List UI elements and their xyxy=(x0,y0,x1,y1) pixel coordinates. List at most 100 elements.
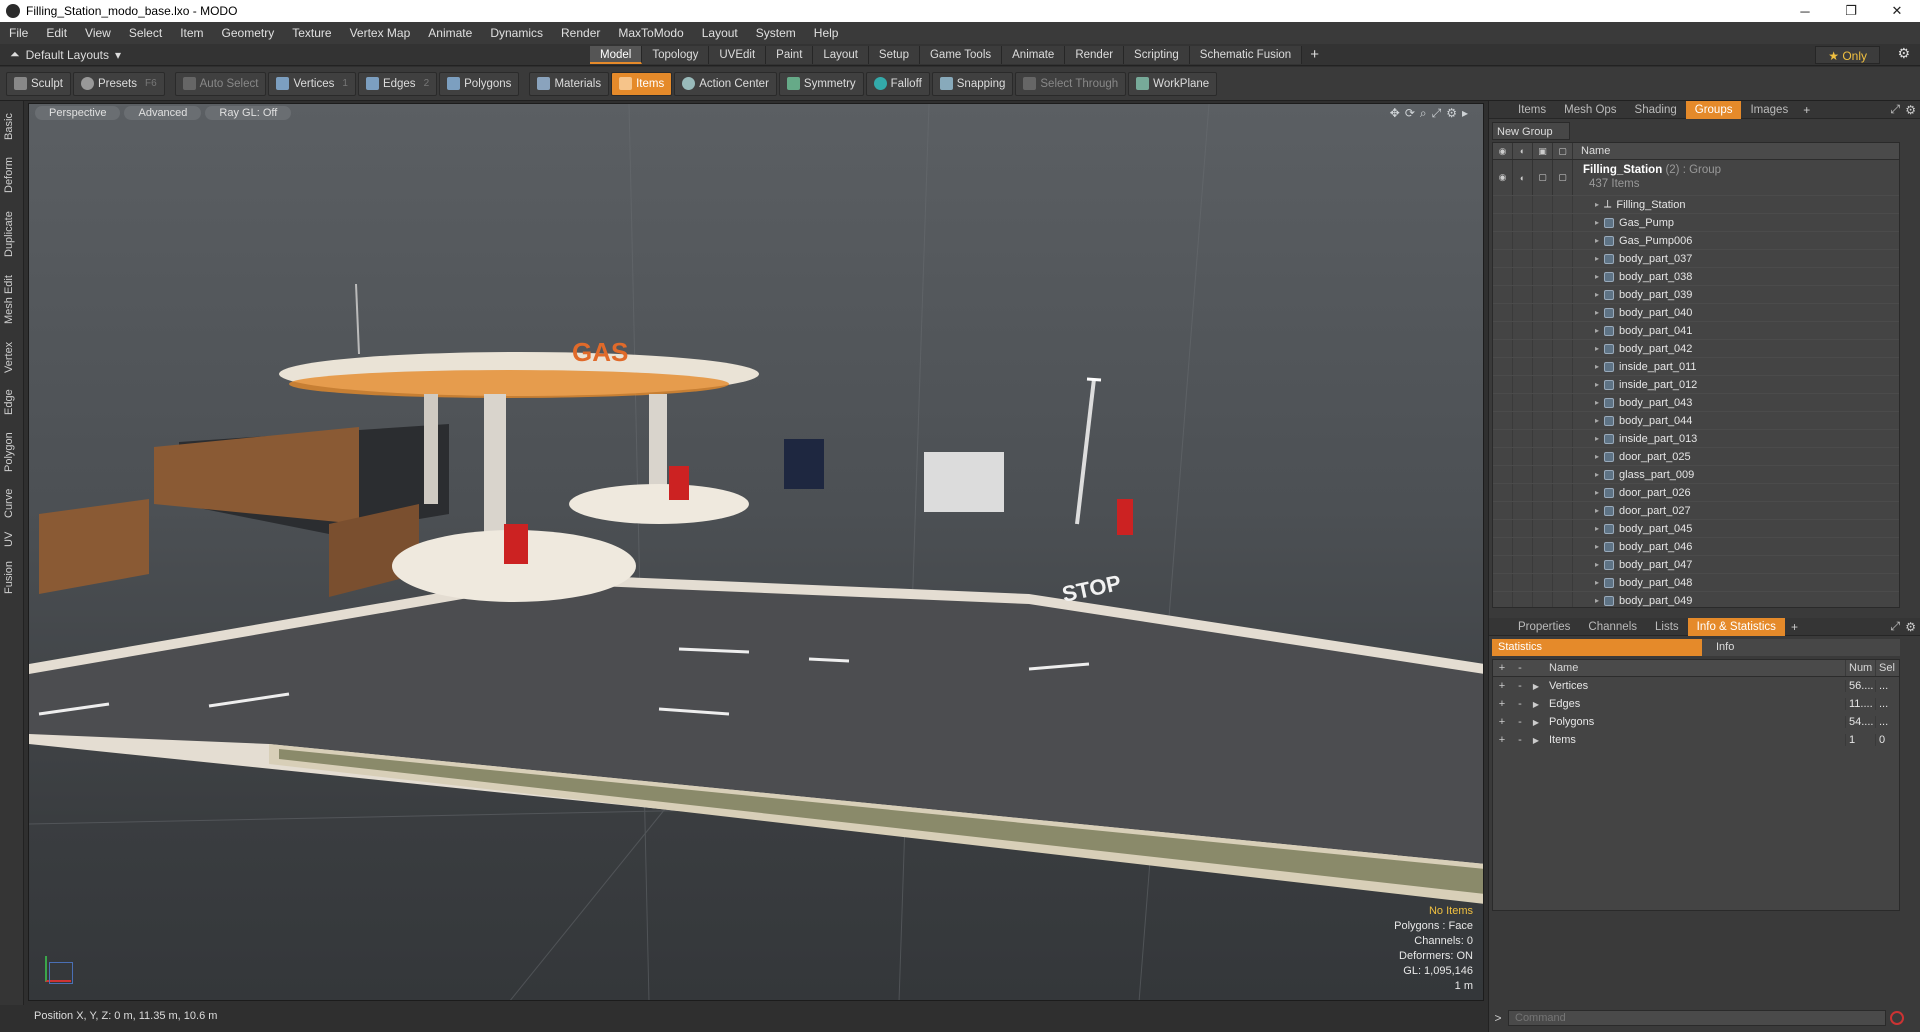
lock-header-icon[interactable]: ▣ xyxy=(1533,143,1553,159)
list-item[interactable]: ▸ body_part_037 xyxy=(1493,250,1899,268)
list-item[interactable]: ▸ body_part_042 xyxy=(1493,340,1899,358)
table-row[interactable]: + - ▶ Items 1 0 xyxy=(1493,731,1899,749)
add-icon[interactable]: + xyxy=(1493,680,1511,692)
tab-setup[interactable]: Setup xyxy=(868,45,920,64)
menu-animate[interactable]: Animate xyxy=(419,22,481,44)
list-item[interactable]: ▸ inside_part_012 xyxy=(1493,376,1899,394)
snapping-button[interactable]: Snapping xyxy=(931,71,1014,96)
menu-maxtomodo[interactable]: MaxToModo xyxy=(609,22,692,44)
add-icon[interactable]: + xyxy=(1493,734,1511,746)
tab-images[interactable]: Images xyxy=(1741,101,1797,119)
expand-arrow-icon[interactable]: ▸ xyxy=(1595,470,1599,479)
sculpt-button[interactable]: Sculpt xyxy=(6,71,71,96)
list-item[interactable]: ▸ body_part_043 xyxy=(1493,394,1899,412)
select-through-button[interactable]: Select Through xyxy=(1015,71,1127,96)
presets-button[interactable]: Presets F6 xyxy=(72,71,165,96)
close-button[interactable]: ✕ xyxy=(1874,0,1920,22)
materials-button[interactable]: Materials xyxy=(529,71,610,96)
collapse-all-icon[interactable]: - xyxy=(1511,660,1529,676)
remove-icon[interactable]: - xyxy=(1511,716,1529,728)
action-center-button[interactable]: Action Center xyxy=(674,71,777,96)
stats-name-header[interactable]: Name xyxy=(1543,660,1845,676)
expand-arrow-icon[interactable]: ▸ xyxy=(1595,272,1599,281)
table-row[interactable]: + - ▶ Vertices 56.... ... xyxy=(1493,677,1899,695)
list-item[interactable]: ▸ body_part_046 xyxy=(1493,538,1899,556)
list-item[interactable]: ▸ body_part_038 xyxy=(1493,268,1899,286)
tab-properties[interactable]: Properties xyxy=(1509,618,1579,636)
select-checkbox[interactable]: ▢ xyxy=(1553,160,1573,195)
list-item[interactable]: ▸ Gas_Pump xyxy=(1493,214,1899,232)
stats-sel-header[interactable]: Sel xyxy=(1875,660,1899,676)
menu-select[interactable]: Select xyxy=(120,22,171,44)
workplane-button[interactable]: WorkPlane xyxy=(1128,71,1218,96)
vertices-button[interactable]: Vertices 1 xyxy=(268,71,356,96)
expand-arrow-icon[interactable]: ▸ xyxy=(1595,290,1599,299)
expand-arrow-icon[interactable]: ▸ xyxy=(1595,524,1599,533)
list-item[interactable]: ▸ body_part_044 xyxy=(1493,412,1899,430)
list-item[interactable]: ▸ body_part_039 xyxy=(1493,286,1899,304)
expand-arrow-icon[interactable]: ▶ xyxy=(1529,682,1543,691)
list-item[interactable]: ▸ ⟂ Filling_Station xyxy=(1493,196,1899,214)
menu-view[interactable]: View xyxy=(76,22,120,44)
expand-arrow-icon[interactable]: ▸ xyxy=(1595,200,1599,209)
expand-arrow-icon[interactable]: ▸ xyxy=(1595,326,1599,335)
raygl-toggle[interactable]: Ray GL: Off xyxy=(205,106,292,120)
expand-arrow-icon[interactable]: ▸ xyxy=(1595,578,1599,587)
tab-topology[interactable]: Topology xyxy=(642,45,710,64)
list-item[interactable]: ▸ inside_part_013 xyxy=(1493,430,1899,448)
list-item[interactable]: ▸ glass_part_009 xyxy=(1493,466,1899,484)
group-row[interactable]: ◉ ◐ ▢ ▢ Filling_Station (2) : Group 437 … xyxy=(1493,160,1899,196)
list-item[interactable]: ▸ door_part_026 xyxy=(1493,484,1899,502)
tab-schematic-fusion[interactable]: Schematic Fusion xyxy=(1189,45,1303,64)
subtab-info[interactable]: Info xyxy=(1702,639,1900,656)
tab-game-tools[interactable]: Game Tools xyxy=(919,45,1003,64)
add-tab-icon[interactable]: + xyxy=(1791,620,1798,634)
list-item[interactable]: ▸ door_part_027 xyxy=(1493,502,1899,520)
list-item[interactable]: ▸ body_part_041 xyxy=(1493,322,1899,340)
table-row[interactable]: + - ▶ Polygons 54.... ... xyxy=(1493,713,1899,731)
viewport-nav-icons[interactable]: ✥⟳⌕⤢⚙▸ xyxy=(1390,106,1473,121)
menu-file[interactable]: File xyxy=(0,22,37,44)
vtab-polygon[interactable]: Polygon xyxy=(3,425,21,479)
render-icon[interactable]: ◐ xyxy=(1513,160,1533,195)
expand-all-icon[interactable]: + xyxy=(1493,660,1511,676)
expand-arrow-icon[interactable]: ▸ xyxy=(1595,560,1599,569)
expand-arrow-icon[interactable]: ▸ xyxy=(1595,218,1599,227)
list-item[interactable]: ▸ body_part_040 xyxy=(1493,304,1899,322)
add-icon[interactable]: + xyxy=(1493,716,1511,728)
expand-arrow-icon[interactable]: ▸ xyxy=(1595,254,1599,263)
tab-uvedit[interactable]: UVEdit xyxy=(709,45,767,64)
tab-render[interactable]: Render xyxy=(1065,45,1125,64)
tab-channels[interactable]: Channels xyxy=(1579,618,1646,636)
expand-arrow-icon[interactable]: ▸ xyxy=(1595,596,1599,605)
select-header-icon[interactable]: ▢ xyxy=(1553,143,1573,159)
menu-geometry[interactable]: Geometry xyxy=(213,22,284,44)
tab-animate[interactable]: Animate xyxy=(1002,45,1066,64)
list-item[interactable]: ▸ body_part_049 xyxy=(1493,592,1899,607)
list-item[interactable]: ▸ body_part_048 xyxy=(1493,574,1899,592)
falloff-button[interactable]: Falloff xyxy=(865,71,930,96)
expand-arrow-icon[interactable]: ▸ xyxy=(1595,542,1599,551)
list-item[interactable]: ▸ body_part_047 xyxy=(1493,556,1899,574)
expand-arrow-icon[interactable]: ▸ xyxy=(1595,362,1599,371)
menu-system[interactable]: System xyxy=(747,22,805,44)
table-row[interactable]: + - ▶ Edges 11.... ... xyxy=(1493,695,1899,713)
remove-icon[interactable]: - xyxy=(1511,680,1529,692)
tab-info-statistics[interactable]: Info & Statistics xyxy=(1687,617,1785,636)
expand-arrow-icon[interactable]: ▸ xyxy=(1595,434,1599,443)
vtab-edge[interactable]: Edge xyxy=(3,383,21,421)
remove-icon[interactable]: - xyxy=(1511,698,1529,710)
list-item[interactable]: ▸ door_part_025 xyxy=(1493,448,1899,466)
expand-arrow-icon[interactable]: ▶ xyxy=(1529,718,1543,727)
tab-model[interactable]: Model xyxy=(590,45,643,64)
vtab-basic[interactable]: Basic xyxy=(3,107,21,147)
add-tab-button[interactable]: + xyxy=(1310,46,1319,63)
minimize-button[interactable]: ─ xyxy=(1782,0,1828,22)
expand-arrow-icon[interactable]: ▶ xyxy=(1529,700,1543,709)
expand-arrow-icon[interactable]: ▶ xyxy=(1529,736,1543,745)
expand-arrow-icon[interactable]: ▸ xyxy=(1595,452,1599,461)
tab-lists[interactable]: Lists xyxy=(1646,618,1688,636)
menu-dynamics[interactable]: Dynamics xyxy=(481,22,552,44)
only-toggle[interactable]: ★ Only xyxy=(1815,46,1880,64)
polygons-button[interactable]: Polygons xyxy=(439,71,520,96)
